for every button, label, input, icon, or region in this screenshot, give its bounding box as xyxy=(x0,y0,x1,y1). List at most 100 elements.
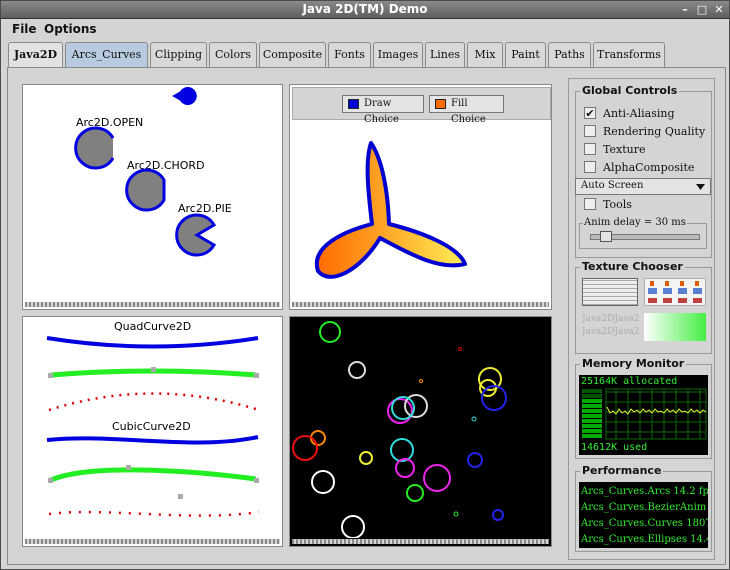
panel-grip[interactable] xyxy=(292,539,549,544)
tab-clipping[interactable]: Clipping xyxy=(150,42,207,67)
texture-chooser-group: Texture Chooser Java2DJava2D Java2DJava2… xyxy=(575,260,712,354)
tab-java2d[interactable]: Java2D xyxy=(8,42,63,67)
fill-color-swatch xyxy=(435,99,446,109)
tab-images[interactable]: Images xyxy=(373,42,423,67)
anim-delay-group: Anim delay = 30 ms xyxy=(579,217,707,249)
minimize-icon[interactable]: – xyxy=(678,3,692,16)
memory-usage-line xyxy=(606,406,707,415)
performance-line: Arcs_Curves.BezierAnim 1 xyxy=(581,502,708,513)
tab-colors[interactable]: Colors xyxy=(209,42,257,67)
performance-display: Arcs_Curves.Arcs 14.2 fps Arcs_Curves.Be… xyxy=(579,482,708,548)
maximize-icon[interactable]: □ xyxy=(695,3,709,16)
ellipse xyxy=(471,416,477,422)
memory-used: 14612K used xyxy=(581,442,648,453)
memory-graph xyxy=(582,388,707,440)
tab-bar: Java2D Arcs_Curves Clipping Colors Compo… xyxy=(8,42,723,67)
texture-text-swatch[interactable]: Java2DJava2D Java2DJava2D xyxy=(582,313,640,341)
bezier-toolbar: Draw Choice Fill Choice xyxy=(292,87,551,125)
arc-pie-shape xyxy=(175,213,217,257)
ellipses-canvas xyxy=(292,321,507,539)
menu-bar: File Options xyxy=(1,20,729,40)
menu-options[interactable]: Options xyxy=(44,22,97,36)
global-controls-title: Global Controls xyxy=(580,84,680,97)
ellipse xyxy=(319,321,341,343)
menu-file[interactable]: File xyxy=(12,22,37,36)
memory-monitor-title: Memory Monitor xyxy=(580,357,687,370)
control-point xyxy=(48,478,53,483)
ellipse xyxy=(423,464,451,492)
ellipse xyxy=(292,435,318,461)
tab-arcs-curves[interactable]: Arcs_Curves xyxy=(65,42,148,67)
ellipse xyxy=(458,347,462,351)
ellipse xyxy=(406,484,424,502)
window-title: Java 2D(TM) Demo xyxy=(302,2,428,16)
title-bar[interactable]: Java 2D(TM) Demo – □ ✕ xyxy=(1,1,729,19)
tab-lines[interactable]: Lines xyxy=(425,42,465,67)
ellipse xyxy=(390,438,414,462)
cubiccurve-label: CubicCurve2D xyxy=(112,420,191,433)
controls-sidebar: Global Controls ✔ Anti-Aliasing Renderin… xyxy=(568,78,715,560)
tab-fonts[interactable]: Fonts xyxy=(328,42,371,67)
control-point xyxy=(48,373,53,378)
arc-animated-pie xyxy=(172,87,197,105)
draw-choice-button[interactable]: Draw Choice xyxy=(342,95,424,125)
ellipse xyxy=(311,470,335,494)
quadcurve-label: QuadCurve2D xyxy=(114,320,191,333)
ellipse xyxy=(492,509,504,521)
bezier-shape xyxy=(314,141,467,279)
bezier-panel[interactable]: Draw Choice Fill Choice xyxy=(289,84,552,310)
arc-pie-label: Arc2D.PIE xyxy=(178,202,232,215)
performance-group: Performance Arcs_Curves.Arcs 14.2 fps Ar… xyxy=(575,464,712,552)
global-controls-group: Global Controls ✔ Anti-Aliasing Renderin… xyxy=(575,84,712,258)
ellipse xyxy=(467,452,483,468)
java-cup-icon xyxy=(648,281,702,303)
anim-delay-slider-thumb[interactable] xyxy=(600,231,612,242)
arc-open-shape xyxy=(74,126,115,170)
panel-grip[interactable] xyxy=(292,302,549,307)
texture-grid-swatch[interactable] xyxy=(582,278,638,306)
ellipse xyxy=(419,379,423,383)
memory-monitor-display: 25164K allocated 14612K used xyxy=(579,375,708,455)
tab-paint[interactable]: Paint xyxy=(505,42,546,67)
close-icon[interactable]: ✕ xyxy=(712,3,726,16)
control-point xyxy=(126,465,131,470)
arcs-canvas: Arc2D.OPEN Arc2D.CHORD Arc2D.PIE xyxy=(74,87,232,257)
texture-gradient-swatch[interactable] xyxy=(644,313,706,341)
screen-select[interactable]: Auto Screen xyxy=(575,178,711,195)
texture-chooser-title: Texture Chooser xyxy=(580,260,685,273)
ellipse xyxy=(348,361,366,379)
curves-panel[interactable]: QuadCurve2D CubicCurve2D xyxy=(22,316,283,547)
ellipses-panel[interactable] xyxy=(289,316,552,547)
bezier-canvas xyxy=(314,141,467,279)
control-point xyxy=(254,373,259,378)
cubiccurve-stroke xyxy=(46,435,259,445)
cubiccurve-green xyxy=(50,467,257,483)
performance-line: Arcs_Curves.Curves 1807 xyxy=(581,518,708,529)
arcs-panel[interactable]: Arc2D.OPEN Arc2D.CHORD Arc2D.PIE xyxy=(22,84,283,310)
ellipse xyxy=(395,458,415,478)
quadcurve-dotted xyxy=(48,392,260,412)
control-point xyxy=(254,478,259,483)
ellipse xyxy=(359,451,373,465)
tab-mix[interactable]: Mix xyxy=(467,42,503,67)
tab-transforms[interactable]: Transforms xyxy=(593,42,665,67)
performance-line: Arcs_Curves.Arcs 14.2 fps xyxy=(581,486,708,497)
draw-color-swatch xyxy=(348,99,359,109)
demo-area: Arc2D.OPEN Arc2D.CHORD Arc2D.PIE Draw Ch… xyxy=(7,67,726,565)
panel-grip[interactable] xyxy=(25,302,280,307)
panel-grip[interactable] xyxy=(25,539,280,544)
tab-paths[interactable]: Paths xyxy=(548,42,591,67)
control-point xyxy=(151,367,156,372)
fill-choice-button[interactable]: Fill Choice xyxy=(429,95,504,125)
curves-canvas: QuadCurve2D CubicCurve2D xyxy=(46,320,260,517)
app-window: Java 2D(TM) Demo – □ ✕ File Options Java… xyxy=(0,0,730,570)
checkmark-icon: ✔ xyxy=(584,107,596,120)
ellipse xyxy=(341,515,365,539)
performance-title: Performance xyxy=(580,464,664,477)
texture-java-logo-swatch[interactable] xyxy=(644,278,706,306)
tab-composite[interactable]: Composite xyxy=(259,42,326,67)
quadcurve-stroke xyxy=(46,336,259,349)
arc-open-label: Arc2D.OPEN xyxy=(76,116,143,129)
memory-allocated: 25164K allocated xyxy=(581,376,678,387)
cubiccurve-dotted xyxy=(48,510,260,517)
